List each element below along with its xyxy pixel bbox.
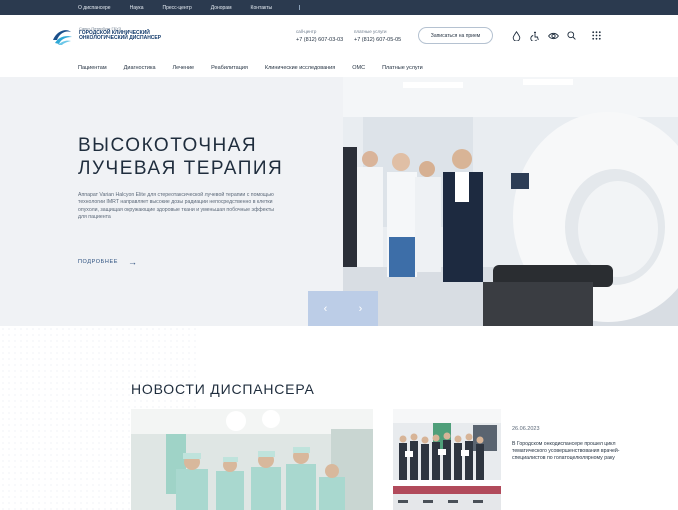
logo-text[interactable]: Санкт-Петербург ГБУЗ Городской клиническ… [79,26,161,42]
slider-controls: ‹ › [308,291,378,326]
grid-menu-icon[interactable] [591,30,602,41]
appointment-button[interactable]: Записаться на прием [418,27,493,44]
news-item-date: 26.06.2023 [512,426,540,432]
phone-callcenter-number[interactable]: +7 (812) 607-03-03 [296,36,343,44]
accessibility-icon[interactable] [529,30,540,41]
topbar-link-press[interactable]: Пресс-центр [163,5,192,11]
nav-item-clinical-trials[interactable]: Клинические исследования [265,65,335,71]
header: Санкт-Петербург ГБУЗ Городской клиническ… [0,15,678,58]
drop-icon[interactable] [511,30,522,41]
hero-title-line1: ВЫСОКОТОЧНАЯ [78,135,258,156]
eye-icon[interactable] [548,30,559,41]
nav-item-treatment[interactable]: Лечение [173,65,195,71]
hero-title-line2: ЛУЧЕВАЯ ТЕРАПИЯ [78,158,284,179]
news-item-text[interactable]: В Городском онкодиспансере прошел цикл т… [512,441,632,462]
slider-prev-button[interactable]: ‹ [308,291,343,326]
search-icon[interactable] [566,30,577,41]
hero-more-link[interactable]: ПОДРОБНЕЕ → [78,257,138,267]
top-bar: О диспансере Наука Пресс-центр Донорам К… [0,0,678,15]
logo-icon[interactable] [51,26,73,46]
slider-next-button[interactable]: › [343,291,378,326]
hero-photo [343,77,678,326]
topbar-link-donors[interactable]: Донорам [211,5,232,11]
topbar-link-science[interactable]: Наука [130,5,144,11]
nav-item-paid-services[interactable]: Платные услуги [382,65,423,71]
phone-paid-number[interactable]: +7 (812) 607-05-05 [354,36,401,44]
logo-line2: онкологический диспансер [79,35,162,42]
main-nav: Пациентам Диагностика Лечение Реабилитац… [0,58,678,77]
hero-title: ВЫСОКОТОЧНАЯ ЛУЧЕВАЯ ТЕРАПИЯ [78,134,338,180]
news-photo-main[interactable] [131,409,373,510]
nav-item-patients[interactable]: Пациентам [78,65,107,71]
topbar-link-about[interactable]: О диспансере [78,5,111,11]
arrow-right-icon: → [127,257,138,267]
phone-paid[interactable]: платные услуги +7 (812) 607-05-05 [354,28,401,44]
news-section-title: НОВОСТИ ДИСПАНСЕРА [131,381,315,397]
hero-banner: ВЫСОКОТОЧНАЯ ЛУЧЕВАЯ ТЕРАПИЯ Аппарат Var… [0,77,678,326]
nav-item-oms[interactable]: ОМС [352,65,365,71]
phone-callcenter-label: call-центр [296,29,317,34]
nav-item-diagnostics[interactable]: Диагностика [124,65,156,71]
topbar-divider [299,5,301,10]
hero-description: Аппарат Varian Halcyon Elite для стереот… [78,192,274,221]
news-photo-group[interactable] [393,409,501,480]
nav-item-rehabilitation[interactable]: Реабилитация [211,65,248,71]
phone-callcenter[interactable]: call-центр +7 (812) 607-03-03 [296,28,343,44]
phone-paid-label: платные услуги [354,29,387,34]
topbar-link-contacts[interactable]: Контакты [251,5,273,11]
hero-more-label: ПОДРОБНЕЕ [78,259,118,265]
news-photo-event[interactable] [393,486,501,510]
